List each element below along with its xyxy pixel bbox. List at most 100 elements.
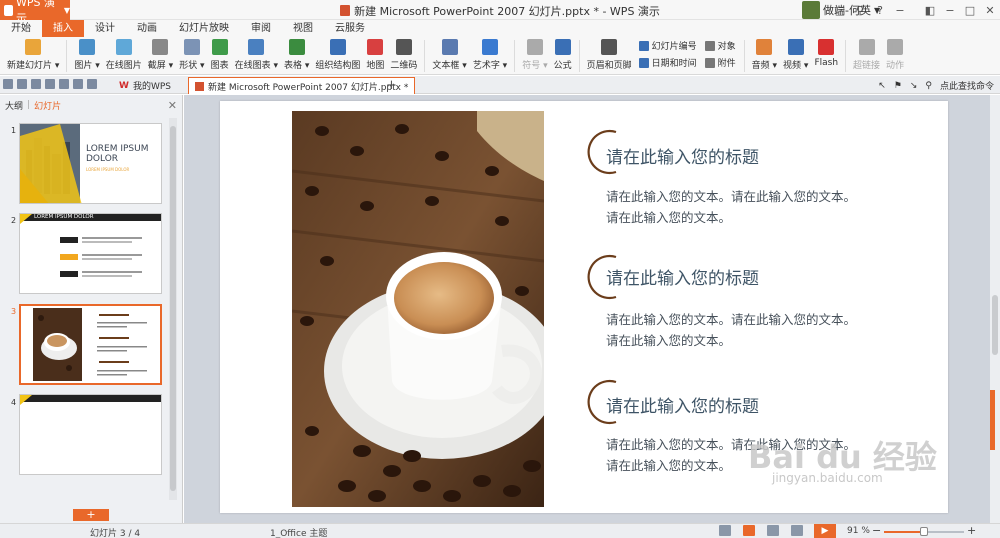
preview-icon[interactable] [59, 79, 69, 89]
textbox-icon [441, 39, 458, 55]
coffee-photo-art [292, 111, 544, 507]
textbox-button[interactable]: 文本框 ▾ [429, 37, 469, 71]
slide-counter: 幻灯片 3 / 4 [90, 529, 141, 538]
wps-w-icon: W [119, 80, 129, 91]
shrink-icon[interactable]: ↘ [910, 81, 918, 91]
normal-view-icon[interactable] [743, 525, 755, 536]
export-icon[interactable] [31, 79, 41, 89]
restore-icon[interactable]: ◧ [920, 0, 940, 20]
zoom-slider[interactable] [884, 527, 964, 536]
section-2-title[interactable]: 请在此输入您的标题 [606, 264, 759, 289]
tab-slides[interactable]: 幻灯片 [34, 99, 61, 112]
coffee-cup-image[interactable] [292, 111, 544, 507]
tab-slideshow[interactable]: 幻灯片放映 [168, 20, 240, 37]
skin-icon[interactable]: □ [830, 0, 850, 20]
object-button[interactable]: 对象 [704, 39, 736, 52]
status-bar: 幻灯片 3 / 4 1_Office 主题 ▶ 91 % − + [0, 523, 1000, 538]
slide-number: 1 [11, 126, 17, 135]
section-1-title[interactable]: 请在此输入您的标题 [606, 143, 759, 168]
tab-insert[interactable]: 插入 [42, 20, 84, 37]
slide-2-line [82, 254, 142, 256]
tab-view[interactable]: 视图 [282, 20, 324, 37]
section-2-body[interactable]: 请在此输入您的文本。请在此输入您的文本。 请在此输入您的文本。 [606, 309, 886, 351]
tab-design[interactable]: 设计 [84, 20, 126, 37]
redo-icon[interactable] [87, 79, 97, 89]
hyperlink-button[interactable]: 超链接 [850, 37, 883, 71]
qrcode-button[interactable]: 二维码 [387, 37, 420, 71]
action-button[interactable]: 动作 [883, 37, 907, 71]
screenshot-button[interactable]: 截屏 ▾ [145, 37, 176, 71]
flash-button[interactable]: Flash [811, 37, 841, 68]
window-controls: □ ⚲ ? − ◧ − □ ✕ [830, 0, 1000, 20]
audio-button[interactable]: 音频 ▾ [749, 37, 780, 71]
zoom-out-button[interactable]: − [872, 524, 881, 537]
notes-view-icon[interactable] [719, 525, 731, 536]
map-button[interactable]: 地图 [363, 37, 387, 71]
zoom-in-button[interactable]: + [967, 524, 976, 537]
org-chart-button[interactable]: 组织结构图 [312, 37, 363, 71]
slide-sorter-icon[interactable] [767, 525, 779, 536]
side-handle[interactable] [990, 390, 995, 450]
new-tab-button[interactable]: + [386, 78, 397, 93]
attachment-button[interactable]: 附件 [704, 56, 736, 69]
speaker-icon [756, 39, 773, 55]
ribbon-collapse-icon[interactable]: − [890, 0, 910, 20]
pi-icon [554, 39, 571, 55]
picture-button[interactable]: 图片 ▾ [71, 37, 102, 71]
slide-thumbnail-3[interactable] [19, 304, 162, 385]
section-3-title[interactable]: 请在此输入您的标题 [606, 392, 759, 417]
cursor-icon[interactable]: ↖ [878, 81, 886, 91]
baidu-watermark-url: jingyan.baidu.com [772, 471, 883, 485]
slide-thumbnail-1[interactable]: LOREM IPSUM DOLOR LOREM IPSUM DOLOR [19, 123, 162, 204]
slide-number-button[interactable]: 幻灯片编号 [638, 39, 697, 52]
flash-icon [818, 39, 835, 55]
undo-icon[interactable] [73, 79, 83, 89]
play-slideshow-button[interactable]: ▶ [814, 524, 836, 538]
command-search[interactable]: ↖ ⚑ ↘ ⚲ 点此查找命令 [878, 79, 994, 93]
online-chart-button[interactable]: 在线图表 ▾ [232, 37, 281, 71]
tab-start[interactable]: 开始 [0, 20, 42, 37]
online-chart-icon [248, 39, 265, 55]
zoom-slider-knob[interactable] [920, 527, 928, 536]
symbol-button[interactable]: 符号 ▾ [519, 37, 550, 71]
play-action-icon [887, 39, 904, 55]
new-slide-button[interactable]: 新建幻灯片 ▾ [4, 37, 62, 71]
chart-button[interactable]: 图表 [208, 37, 232, 71]
canvas-scrollbar[interactable] [990, 95, 1000, 523]
tab-cloud[interactable]: 云服务 [324, 20, 376, 37]
header-footer-button[interactable]: 页眉和页脚 [584, 37, 635, 71]
presentation-icon [195, 81, 204, 91]
tab-my-wps[interactable]: W 我的WPS [113, 77, 177, 94]
magic-icon[interactable]: ⚑ [894, 81, 902, 91]
slide-thumbnail-4[interactable] [19, 394, 162, 475]
video-button[interactable]: 视频 ▾ [780, 37, 811, 71]
tab-animation[interactable]: 动画 [126, 20, 168, 37]
close-button[interactable]: ✕ [980, 0, 1000, 20]
shape-button[interactable]: 形状 ▾ [176, 37, 207, 71]
search-icon: ⚲ [925, 80, 932, 91]
tab-current-document[interactable]: 新建 Microsoft PowerPoint 2007 幻灯片.pptx * [188, 77, 416, 94]
print-icon[interactable] [45, 79, 55, 89]
wordart-button[interactable]: 艺术字 ▾ [470, 37, 510, 71]
save-icon[interactable] [17, 79, 27, 89]
tab-review[interactable]: 审阅 [240, 20, 282, 37]
table-icon [288, 39, 305, 55]
formula-button[interactable]: 公式 [551, 37, 575, 71]
add-slide-button[interactable]: + [73, 509, 109, 521]
online-picture-button[interactable]: 在线图片 [103, 37, 145, 71]
slides-panel-scrollbar[interactable] [169, 118, 177, 500]
shape-icon [183, 39, 200, 55]
minimize-button[interactable]: − [940, 0, 960, 20]
picture-icon [79, 39, 96, 55]
help-icon[interactable]: ? [870, 0, 890, 20]
maximize-button[interactable]: □ [960, 0, 980, 20]
section-1-body[interactable]: 请在此输入您的文本。请在此输入您的文本。 请在此输入您的文本。 [606, 186, 886, 228]
slide-thumbnail-2[interactable]: LOREM IPSUM DOLOR [19, 213, 162, 294]
table-button[interactable]: 表格 ▾ [281, 37, 312, 71]
date-time-button[interactable]: 日期和时间 [638, 56, 697, 69]
close-icon[interactable]: ✕ [168, 99, 177, 112]
tab-outline[interactable]: 大纲 [5, 99, 23, 112]
reading-view-icon[interactable] [791, 525, 803, 536]
pin-icon[interactable]: ⚲ [850, 0, 870, 20]
folder-icon[interactable] [3, 79, 13, 89]
